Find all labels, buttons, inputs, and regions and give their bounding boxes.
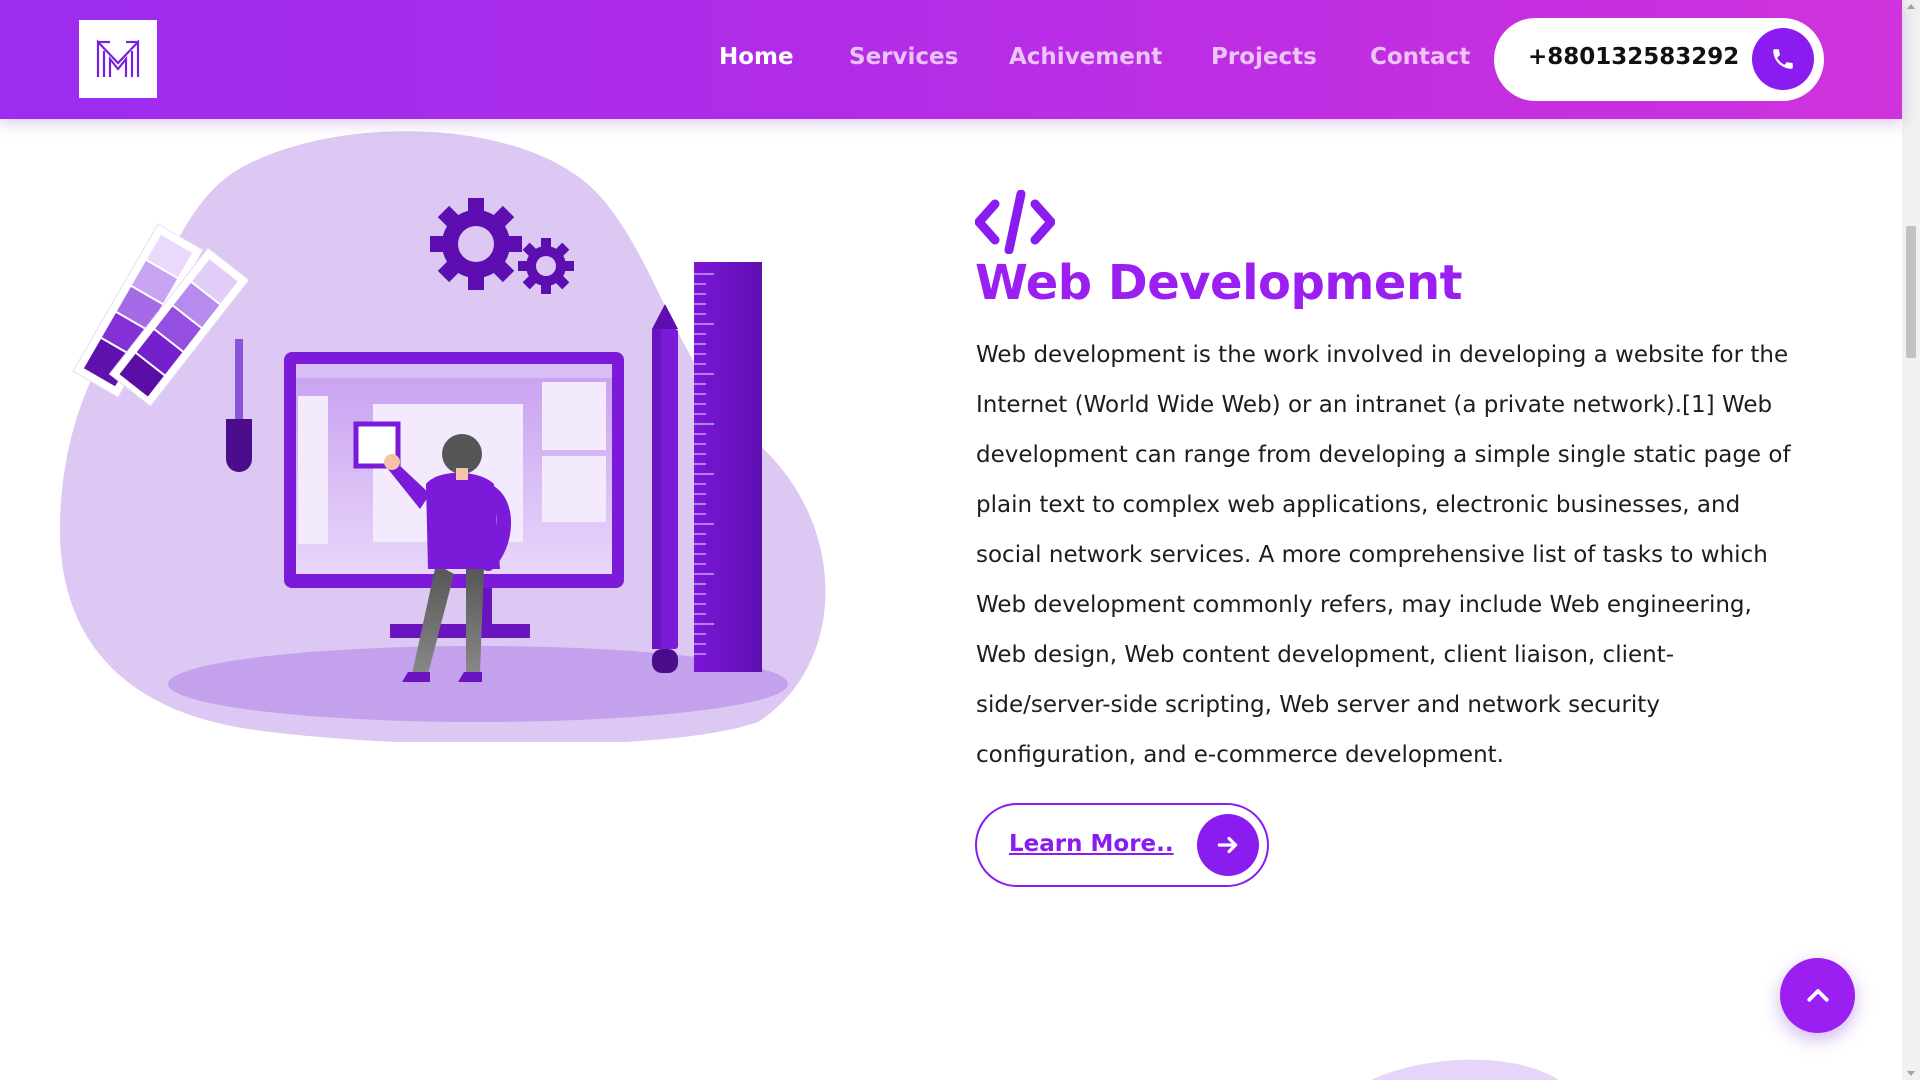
web-development-illustration [59, 131, 826, 742]
scroll-up-arrow[interactable] [1907, 4, 1915, 9]
learn-more-button[interactable]: Learn More.. [975, 803, 1269, 887]
section-title: Web Development [975, 255, 1463, 311]
scroll-to-top-button[interactable] [1780, 958, 1855, 1033]
small-gear-icon [518, 238, 574, 294]
code-icon [975, 190, 1055, 254]
next-section-blob [1371, 1059, 1559, 1080]
phone-icon [1773, 49, 1793, 69]
scroll-thumb[interactable] [1906, 226, 1916, 358]
page-scrollbar[interactable] [1902, 0, 1920, 1080]
nav-home[interactable]: Home [719, 44, 794, 70]
nav-achivement[interactable]: Achivement [1009, 44, 1162, 70]
pencil [652, 304, 678, 673]
site-header: Home Services Achivement Projects Contac… [0, 0, 1902, 119]
ruler [694, 262, 762, 672]
arrow-right-icon [1197, 814, 1259, 876]
phone-contact[interactable]: +880132583292 [1494, 18, 1824, 101]
section-description: Web development is the work involved in … [976, 342, 1791, 768]
gear-icon [430, 198, 522, 290]
learn-more-label[interactable]: Learn More.. [1009, 831, 1174, 857]
chevron-up-icon [1806, 988, 1829, 1002]
nav-services[interactable]: Services [849, 44, 958, 70]
scroll-down-arrow[interactable] [1907, 1071, 1915, 1076]
nav-contact[interactable]: Contact [1370, 44, 1470, 70]
nav-projects[interactable]: Projects [1211, 44, 1317, 70]
phone-number[interactable]: +880132583292 [1528, 44, 1739, 70]
phone-button[interactable] [1752, 28, 1814, 90]
